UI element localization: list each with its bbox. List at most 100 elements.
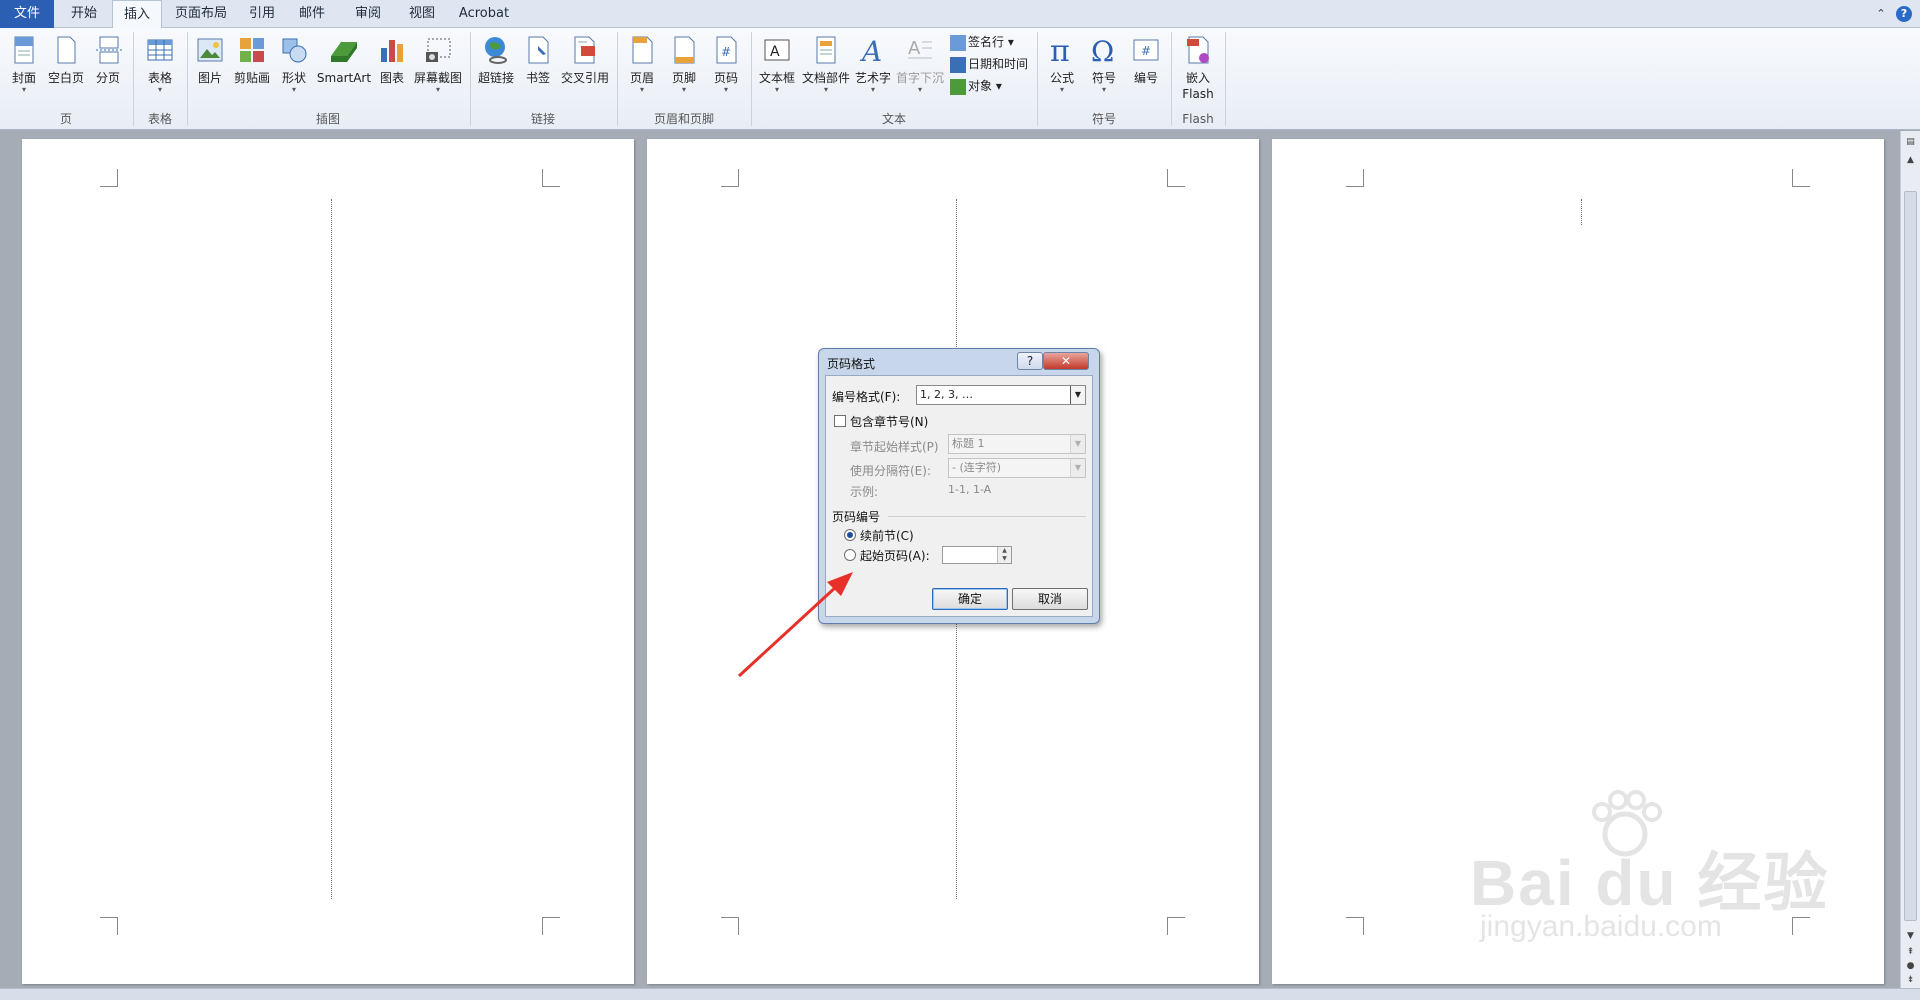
- screenshot-button[interactable]: 屏幕截图 ▾: [412, 32, 464, 114]
- table-button[interactable]: 表格 ▾: [140, 32, 180, 114]
- next-page-icon[interactable]: ⇟: [1904, 973, 1917, 987]
- continue-from-previous-radio[interactable]: [844, 529, 856, 541]
- tab-acrobat[interactable]: Acrobat: [450, 0, 518, 28]
- symbol-button[interactable]: Ω 符号 ▾: [1086, 32, 1122, 114]
- spin-down-icon[interactable]: ▼: [997, 555, 1011, 563]
- dropcap-button[interactable]: A 首字下沉 ▾: [894, 32, 946, 114]
- dialog-body: 编号格式(F): 1, 2, 3, … ▼ 包含章节号(N) 章节起始样式(P)…: [825, 375, 1093, 617]
- include-chapter-checkbox[interactable]: [834, 415, 846, 427]
- page-break-label: 分页: [95, 71, 120, 85]
- clipart-button[interactable]: 剪贴画: [232, 32, 272, 114]
- chevron-down-icon[interactable]: ▼: [1070, 386, 1085, 404]
- dialog-help-button[interactable]: ?: [1017, 352, 1043, 370]
- browse-object-icon[interactable]: ●: [1904, 959, 1917, 973]
- date-time-button[interactable]: 日期和时间: [950, 54, 1028, 74]
- cover-button[interactable]: 封面 ▾: [6, 32, 42, 114]
- header-button[interactable]: 页眉 ▾: [624, 32, 660, 114]
- start-at-spinner[interactable]: ▲ ▼: [942, 546, 1012, 564]
- bookmark-button[interactable]: 书签: [520, 32, 556, 114]
- cancel-button[interactable]: 取消: [1012, 588, 1088, 610]
- chart-button[interactable]: 图表: [374, 32, 410, 114]
- signature-line-button[interactable]: 签名行 ▾: [950, 32, 1014, 52]
- smartart-button[interactable]: SmartArt: [316, 32, 372, 114]
- crop-mark: [542, 917, 560, 935]
- footer-button[interactable]: 页脚 ▾: [666, 32, 702, 114]
- clipart-icon: [240, 38, 264, 62]
- page-break-button[interactable]: 分页: [90, 32, 126, 114]
- separator-select[interactable]: - (连字符) ▼: [948, 458, 1086, 478]
- textbox-button[interactable]: A 文本框 ▾: [756, 32, 798, 114]
- dropcap-label: 首字下沉: [895, 71, 944, 85]
- tab-mailings[interactable]: 邮件: [290, 0, 334, 28]
- scrollbar-thumb[interactable]: [1904, 191, 1917, 921]
- group-label-flash: Flash: [1182, 112, 1214, 126]
- quick-parts-label: 文档部件: [801, 71, 850, 85]
- include-chapter-label: 包含章节号(N): [850, 415, 929, 429]
- dropdown-arrow-icon: ▾: [870, 85, 875, 94]
- ruler-toggle-icon[interactable]: ▤: [1904, 135, 1917, 149]
- hyperlink-button[interactable]: 超链接: [474, 32, 518, 114]
- tab-view[interactable]: 视图: [400, 0, 444, 28]
- group-label-links: 链接: [530, 112, 555, 126]
- tab-review[interactable]: 审阅: [346, 0, 390, 28]
- page-numbering-section-label: 页码编号: [832, 510, 881, 524]
- number-format-value: 1, 2, 3, …: [920, 388, 973, 401]
- group-label-symbols: 符号: [1091, 112, 1116, 126]
- wordart-button[interactable]: A 艺术字 ▾: [852, 32, 894, 114]
- blank-page-button[interactable]: 空白页: [46, 32, 86, 114]
- dropdown-arrow-icon: ▾: [1101, 85, 1106, 94]
- page-break-icon: [96, 36, 122, 64]
- number-format-select[interactable]: 1, 2, 3, … ▼: [916, 385, 1086, 405]
- object-button[interactable]: 对象 ▾: [950, 76, 1002, 96]
- svg-text:#: #: [1141, 44, 1151, 58]
- tab-page-layout[interactable]: 页面布局: [168, 0, 234, 28]
- tab-home[interactable]: 开始: [62, 0, 106, 28]
- previous-page-icon[interactable]: ⇞: [1904, 945, 1917, 959]
- tab-references[interactable]: 引用: [240, 0, 284, 28]
- page-number-button[interactable]: # 页码 ▾: [708, 32, 744, 114]
- embed-flash-button[interactable]: 嵌入 Flash: [1176, 32, 1220, 114]
- number-format-label: 编号格式(F):: [832, 390, 901, 404]
- shapes-button[interactable]: 形状 ▾: [276, 32, 312, 114]
- cross-reference-label: 交叉引用: [560, 71, 609, 85]
- minimize-ribbon-icon[interactable]: ⌃: [1874, 6, 1888, 22]
- document-page[interactable]: [22, 139, 634, 984]
- baidu-watermark: Bai du 经验 jingyan.baidu.com: [1470, 790, 1830, 950]
- wordart-label: 艺术字: [854, 71, 891, 85]
- svg-text:A: A: [770, 44, 780, 60]
- chapter-style-label: 章节起始样式(P): [850, 440, 939, 454]
- dialog-close-button[interactable]: ✕: [1043, 352, 1089, 370]
- separator-label: 使用分隔符(E):: [850, 464, 931, 478]
- start-at-radio[interactable]: [844, 549, 856, 561]
- separator-value: - (连字符): [952, 461, 1002, 474]
- help-icon[interactable]: ?: [1896, 6, 1912, 22]
- cross-reference-button[interactable]: 交叉引用: [558, 32, 612, 114]
- tab-insert[interactable]: 插入: [112, 0, 162, 29]
- picture-button[interactable]: 图片: [192, 32, 228, 114]
- hyperlink-label: 超链接: [477, 71, 514, 85]
- spin-up-icon[interactable]: ▲: [997, 547, 1011, 555]
- chapter-style-select[interactable]: 标题 1 ▼: [948, 434, 1086, 454]
- ok-button[interactable]: 确定: [932, 588, 1008, 610]
- vertical-scrollbar[interactable]: ▤ ▲ ▼ ⇞ ● ⇟: [1900, 131, 1920, 988]
- dropdown-arrow-icon: ▾: [639, 85, 644, 94]
- scroll-up-icon[interactable]: ▲: [1904, 153, 1917, 167]
- crop-mark: [1792, 169, 1810, 187]
- page-number-icon: #: [716, 36, 737, 64]
- numbering-button[interactable]: # 编号: [1128, 32, 1164, 114]
- group-separator: [1225, 32, 1226, 126]
- example-value: 1-1, 1-A: [948, 483, 992, 496]
- quick-parts-icon: [816, 36, 836, 64]
- scroll-down-icon[interactable]: ▼: [1904, 929, 1917, 943]
- flash-icon: [1187, 36, 1209, 64]
- equation-button[interactable]: π 公式 ▾: [1044, 32, 1080, 114]
- tab-file[interactable]: 文件: [0, 0, 54, 28]
- quick-parts-button[interactable]: 文档部件 ▾: [800, 32, 852, 114]
- shapes-label: 形状: [281, 71, 306, 85]
- blank-page-label: 空白页: [47, 71, 84, 85]
- ribbon-tabs-bar: 文件 开始 插入 页面布局 引用 邮件 审阅 视图 Acrobat ⌃ ?: [0, 0, 1920, 29]
- crop-mark: [721, 169, 739, 187]
- object-label: 对象: [968, 79, 993, 93]
- picture-icon: [197, 38, 223, 62]
- date-time-label: 日期和时间: [968, 57, 1029, 71]
